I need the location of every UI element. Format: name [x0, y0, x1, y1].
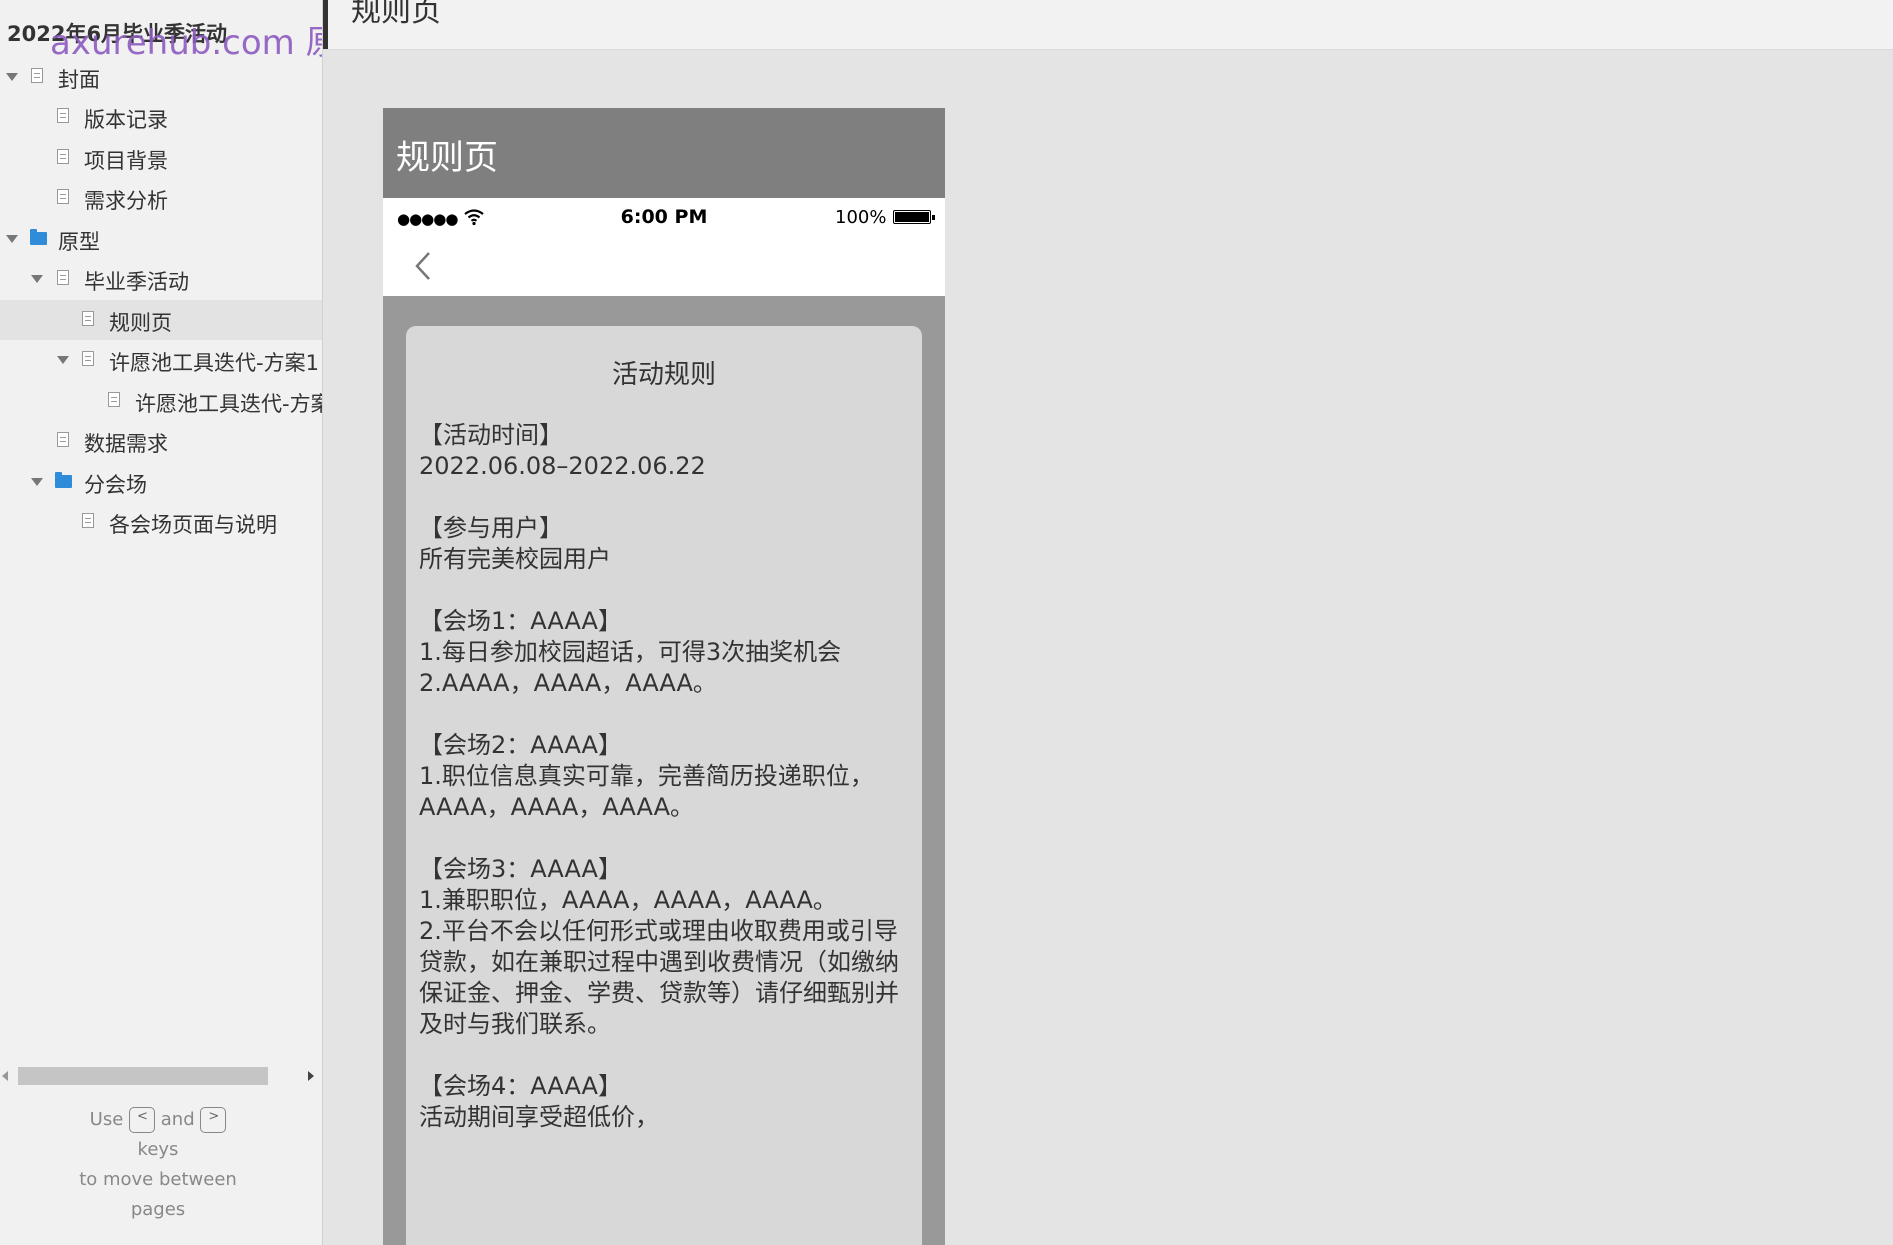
tree-item-label: 分会场 — [84, 473, 147, 497]
tree-item-label: 需求分析 — [84, 189, 168, 213]
battery-icon — [893, 210, 931, 224]
rule-line: 【会场1：AAAA】 — [419, 607, 622, 635]
tree-item-label: 规则页 — [109, 311, 172, 335]
tree-item-rules-page[interactable]: 规则页 — [0, 300, 322, 340]
hint-use: Use — [89, 1109, 124, 1130]
page-icon — [57, 149, 69, 164]
expand-arrow-icon[interactable] — [6, 235, 18, 243]
hint-keys: keys — [137, 1139, 179, 1160]
tree-item-label: 封面 — [58, 68, 100, 92]
tree-item-label: 数据需求 — [84, 432, 168, 456]
rule-line: 【活动时间】 — [419, 421, 563, 449]
next-key-icon: > — [200, 1107, 227, 1133]
status-bar: ●●●●● 6:00 PM 100% — [383, 198, 945, 238]
prototype-frame: 规则页 ●●●●● 6:00 PM 100% 活动规则 【活动时间】 2022.… — [383, 108, 945, 1245]
expand-arrow-icon[interactable] — [31, 275, 43, 283]
tree-item-version-history[interactable]: 版本记录 — [0, 97, 322, 137]
folder-icon — [55, 472, 72, 488]
sitemap-panel: 2022年6月毕业季活动 axurehub.com 原型资源站 封面 版本记录 … — [0, 0, 323, 1245]
rule-line: 活动期间享受超低价， — [419, 1103, 659, 1131]
tree-item-label: 项目背景 — [84, 149, 168, 173]
rule-line: 1.职位信息真实可靠，完善简历投递职位， — [419, 762, 874, 790]
tree-item-label: 原型 — [58, 230, 100, 254]
keyboard-hint: Use < and > keys to move between pages — [0, 1105, 316, 1225]
page-icon — [57, 432, 69, 447]
rule-line: 2022.06.08–2022.06.22 — [419, 452, 706, 480]
rules-body: 【活动时间】 2022.06.08–2022.06.22 【参与用户】 所有完美… — [419, 420, 919, 1164]
page-icon — [82, 513, 94, 528]
hint-and: and — [160, 1109, 195, 1130]
current-page-name: 规则页 — [351, 0, 441, 29]
rules-card: 活动规则 【活动时间】 2022.06.08–2022.06.22 【参与用户】… — [406, 326, 922, 1245]
rule-line: 2.平台不会以任何形式或理由收取费用或引导 — [419, 917, 898, 945]
tree-item-wishing-pool-plan[interactable]: 许愿池工具迭代-方案 — [0, 381, 322, 421]
rule-line: 【会场2：AAAA】 — [419, 731, 622, 759]
page-icon — [57, 189, 69, 204]
folder-icon — [30, 229, 47, 245]
watermark-text: axurehub.com 原型资源站 — [50, 23, 322, 63]
navigation-bar — [383, 238, 945, 296]
scroll-left-arrow-icon[interactable] — [2, 1071, 8, 1081]
rule-section-venue2: 【会场2：AAAA】 1.职位信息真实可靠，完善简历投递职位， AAAA，AAA… — [419, 730, 919, 823]
rule-line: AAAA，AAAA，AAAA。 — [419, 793, 695, 821]
rule-line: 所有完美校园用户 — [419, 545, 611, 573]
tree-item-wishing-pool-plan1[interactable]: 许愿池工具迭代-方案1 — [0, 340, 322, 380]
battery-percentage: 100% — [835, 207, 887, 228]
page-icon — [57, 270, 69, 285]
rule-line: 【参与用户】 — [419, 514, 563, 542]
battery-tip — [932, 215, 935, 220]
tree-item-prototype-folder[interactable]: 原型 — [0, 219, 322, 259]
rule-section-venue1: 【会场1：AAAA】 1.每日参加校园超话，可得3次抽奖机会 2.AAAA，AA… — [419, 606, 919, 699]
rule-section-users: 【参与用户】 所有完美校园用户 — [419, 513, 919, 575]
tree-item-project-background[interactable]: 项目背景 — [0, 138, 322, 178]
tree-item-label: 许愿池工具迭代-方案 — [135, 392, 323, 416]
prototype-header: 规则页 — [383, 108, 945, 198]
rule-line: 【会场3：AAAA】 — [419, 855, 622, 883]
back-arrow-icon[interactable] — [413, 250, 433, 282]
expand-arrow-icon[interactable] — [57, 356, 69, 364]
tree-item-requirement-analysis[interactable]: 需求分析 — [0, 178, 322, 218]
rule-section-time: 【活动时间】 2022.06.08–2022.06.22 — [419, 420, 919, 482]
hint-line3: to move between — [79, 1169, 237, 1190]
tree-item-data-requirements[interactable]: 数据需求 — [0, 421, 322, 461]
rule-line: 及时与我们联系。 — [419, 1010, 611, 1038]
tree-item-label: 毕业季活动 — [84, 270, 189, 294]
scroll-right-arrow-icon[interactable] — [308, 1071, 314, 1081]
rule-line: 1.每日参加校园超话，可得3次抽奖机会 — [419, 638, 842, 666]
tree-item-venue-pages[interactable]: 各会场页面与说明 — [0, 502, 322, 542]
horizontal-scrollbar[interactable] — [0, 1066, 322, 1086]
rules-title: 活动规则 — [611, 360, 716, 390]
hint-line4: pages — [130, 1199, 186, 1220]
rule-line: 2.AAAA，AAAA，AAAA。 — [419, 669, 717, 697]
tree-item-label: 许愿池工具迭代-方案1 — [109, 351, 319, 375]
page-icon — [82, 311, 94, 326]
page-icon — [57, 108, 69, 123]
prototype-header-title: 规则页 — [396, 138, 498, 178]
page-icon — [31, 68, 43, 83]
scrollbar-thumb[interactable] — [18, 1067, 268, 1085]
prev-key-icon: < — [129, 1107, 156, 1133]
page-icon — [108, 392, 120, 407]
rule-line: 【会场4：AAAA】 — [419, 1072, 622, 1100]
rule-line: 保证金、押金、学费、贷款等）请仔细甄别并 — [419, 979, 899, 1007]
tree-item-label: 各会场页面与说明 — [109, 513, 277, 537]
rule-section-venue3: 【会场3：AAAA】 1.兼职职位，AAAA，AAAA，AAAA。 2.平台不会… — [419, 854, 919, 1040]
expand-arrow-icon[interactable] — [31, 478, 43, 486]
title-marker — [323, 0, 328, 49]
rule-line: 1.兼职职位，AAAA，AAAA，AAAA。 — [419, 886, 837, 914]
tree-item-sub-venues-folder[interactable]: 分会场 — [0, 462, 322, 502]
tree-item-graduation-activity[interactable]: 毕业季活动 — [0, 259, 322, 299]
tree-item-label: 版本记录 — [84, 108, 168, 132]
rule-line: 贷款，如在兼职过程中遇到收费情况（如缴纳 — [419, 948, 899, 976]
expand-arrow-icon[interactable] — [6, 73, 18, 81]
rule-section-venue4: 【会场4：AAAA】 活动期间享受超低价， — [419, 1071, 919, 1133]
page-icon — [82, 351, 94, 366]
page-title-bar: 规则页 — [323, 0, 1893, 50]
